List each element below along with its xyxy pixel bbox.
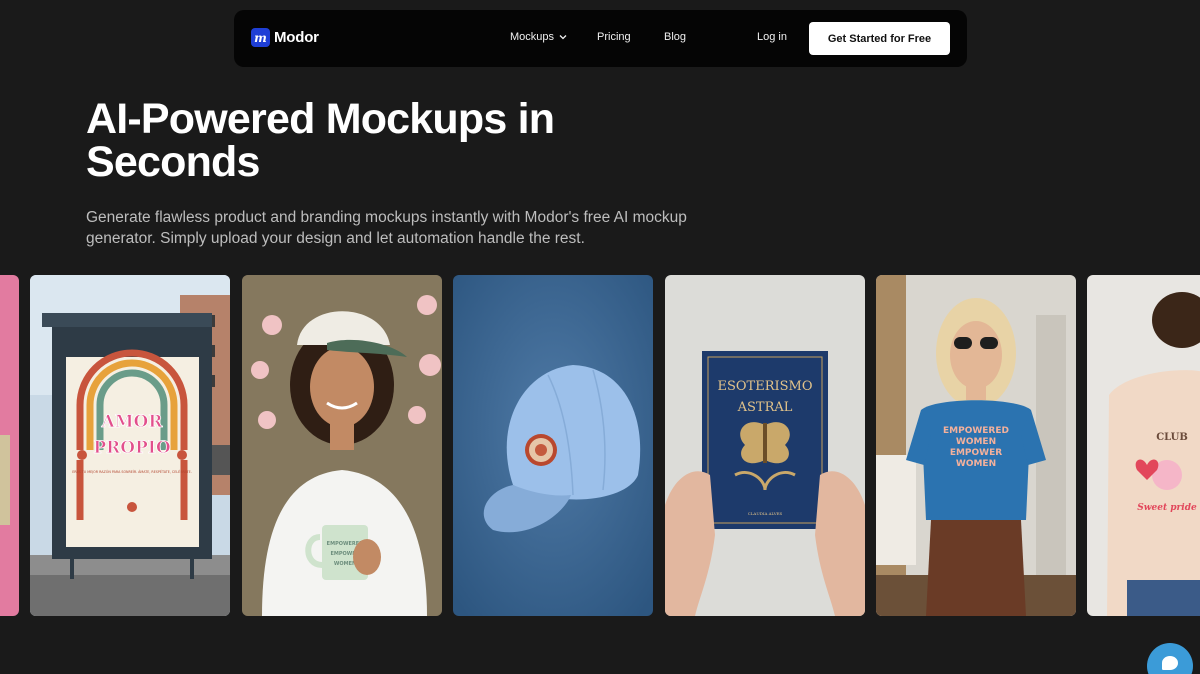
- nav-mockups-dropdown[interactable]: Mockups: [510, 31, 568, 43]
- chat-widget-button[interactable]: [1147, 643, 1193, 674]
- poster-line2: PROPIO: [93, 438, 170, 458]
- pink-mockup-image: [0, 275, 19, 616]
- bus-stop-poster-image: AMOR PROPIO ERES TU MEJOR RAZÓN PARA SON…: [30, 275, 230, 616]
- gallery-card-bus-stop[interactable]: AMOR PROPIO ERES TU MEJOR RAZÓN PARA SON…: [30, 275, 230, 616]
- book-author: CLAUDIA ALVES: [748, 511, 783, 516]
- gallery-card-pink[interactable]: [0, 275, 19, 616]
- sweat-text-2: Sweet pride: [1137, 503, 1197, 513]
- tee-text-4: WOMEN: [956, 459, 996, 469]
- chat-bubble-icon: [1162, 656, 1178, 670]
- tee-text-3: EMPOWER: [950, 448, 1002, 458]
- logo-text: Modor: [274, 29, 319, 46]
- top-navbar: m Modor Mockups Pricing Blog Log in Get …: [234, 10, 967, 67]
- sweat-text-1: CLUB: [1156, 432, 1188, 443]
- get-started-button[interactable]: Get Started for Free: [809, 22, 950, 55]
- chevron-down-icon: [559, 35, 567, 40]
- book-title-2: ASTRAL: [737, 400, 793, 415]
- tee-text-1: EMPOWERED: [943, 426, 1009, 436]
- gallery-card-book[interactable]: ESOTERISMO ASTRAL CLAUDIA ALVES: [665, 275, 865, 616]
- svg-text:WOMEN: WOMEN: [334, 561, 356, 567]
- nav-pricing-link[interactable]: Pricing: [597, 31, 631, 43]
- gallery-card-woman-mug[interactable]: EMPOWERED EMPOWER WOMEN: [242, 275, 442, 616]
- hero-title: AI-Powered Mockups in Seconds: [86, 95, 555, 186]
- hero-subtitle: Generate flawless product and branding m…: [86, 209, 687, 247]
- blue-cap-image: [453, 275, 653, 616]
- gallery-card-woman-tee[interactable]: EMPOWERED WOMEN EMPOWER WOMEN: [876, 275, 1076, 616]
- poster-line1: AMOR: [101, 412, 164, 432]
- poster-small-text: ERES TU MEJOR RAZÓN PARA SONREÍR. ÁMATE,…: [72, 469, 192, 474]
- book-title-1: ESOTERISMO: [717, 379, 812, 394]
- gallery-card-sweatshirt[interactable]: CLUB Sweet pride: [1087, 275, 1200, 616]
- tee-text-2: WOMEN: [956, 437, 996, 447]
- nav-blog-link[interactable]: Blog: [664, 31, 686, 43]
- mockup-gallery: AMOR PROPIO ERES TU MEJOR RAZÓN PARA SON…: [0, 275, 1200, 616]
- logo-mark-icon: m: [251, 28, 270, 47]
- woman-blue-tee-image: EMPOWERED WOMEN EMPOWER WOMEN: [876, 275, 1076, 616]
- gallery-card-blue-cap[interactable]: [453, 275, 653, 616]
- nav-mockups-label: Mockups: [510, 31, 555, 43]
- login-link[interactable]: Log in: [757, 31, 787, 43]
- book-astral-image: ESOTERISMO ASTRAL CLAUDIA ALVES: [665, 275, 865, 616]
- logo[interactable]: m Modor: [251, 28, 319, 47]
- woman-cap-mug-image: EMPOWERED EMPOWER WOMEN: [242, 275, 442, 616]
- sweatshirt-back-image: CLUB Sweet pride: [1087, 275, 1200, 616]
